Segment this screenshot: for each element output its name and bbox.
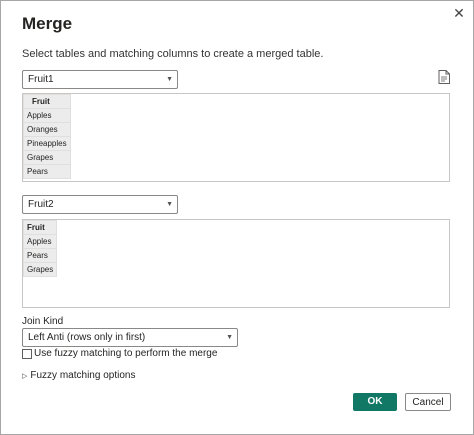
ok-button[interactable]: OK xyxy=(353,393,397,411)
second-table-grid: Fruit Apples Pears Grapes xyxy=(22,220,58,277)
dialog-title: Merge xyxy=(22,14,73,33)
join-kind-select[interactable]: Left Anti (rows only in first) ▼ xyxy=(22,328,238,347)
second-table-column-header[interactable]: Fruit xyxy=(22,220,58,235)
second-table-select[interactable]: Fruit2 ▼ xyxy=(22,195,178,214)
document-icon[interactable] xyxy=(438,70,450,84)
first-table-grid: Fruit Apples Oranges Pineapples Grapes P… xyxy=(23,94,71,179)
table-row: Grapes xyxy=(22,262,58,277)
table-row: Pears xyxy=(22,248,58,263)
table-row: Apples xyxy=(22,234,58,249)
fuzzy-matching-checkbox[interactable] xyxy=(22,349,32,359)
second-table-preview: Fruit Apples Pears Grapes xyxy=(22,219,450,308)
table-row: Apples xyxy=(23,108,71,123)
close-button[interactable]: ✕ xyxy=(447,3,471,23)
chevron-down-icon: ▼ xyxy=(166,201,173,208)
fuzzy-matching-options-label: Fuzzy matching options xyxy=(30,370,136,381)
table-row: Pears xyxy=(23,164,71,179)
join-kind-label: Join Kind xyxy=(22,316,64,327)
chevron-down-icon: ▼ xyxy=(226,334,233,341)
first-table-select[interactable]: Fruit1 ▼ xyxy=(22,70,178,89)
merge-dialog: Merge ✕ Select tables and matching colum… xyxy=(0,0,474,435)
cancel-button[interactable]: Cancel xyxy=(405,393,451,411)
fuzzy-matching-label[interactable]: Use fuzzy matching to perform the merge xyxy=(34,348,217,359)
first-table-select-value: Fruit1 xyxy=(28,74,54,85)
table-row: Oranges xyxy=(23,122,71,137)
chevron-down-icon: ▼ xyxy=(166,76,173,83)
table-row: Grapes xyxy=(23,150,71,165)
join-kind-select-value: Left Anti (rows only in first) xyxy=(28,332,146,343)
first-table-preview: Fruit Apples Oranges Pineapples Grapes P… xyxy=(22,93,450,182)
close-icon: ✕ xyxy=(453,4,465,21)
triangle-right-icon: ▷ xyxy=(22,372,28,380)
dialog-subtitle: Select tables and matching columns to cr… xyxy=(22,48,324,60)
table-row: Pineapples xyxy=(23,136,71,151)
fuzzy-matching-options-expander[interactable]: ▷ Fuzzy matching options xyxy=(22,370,135,381)
second-table-select-value: Fruit2 xyxy=(28,199,54,210)
first-table-column-header[interactable]: Fruit xyxy=(23,94,71,109)
